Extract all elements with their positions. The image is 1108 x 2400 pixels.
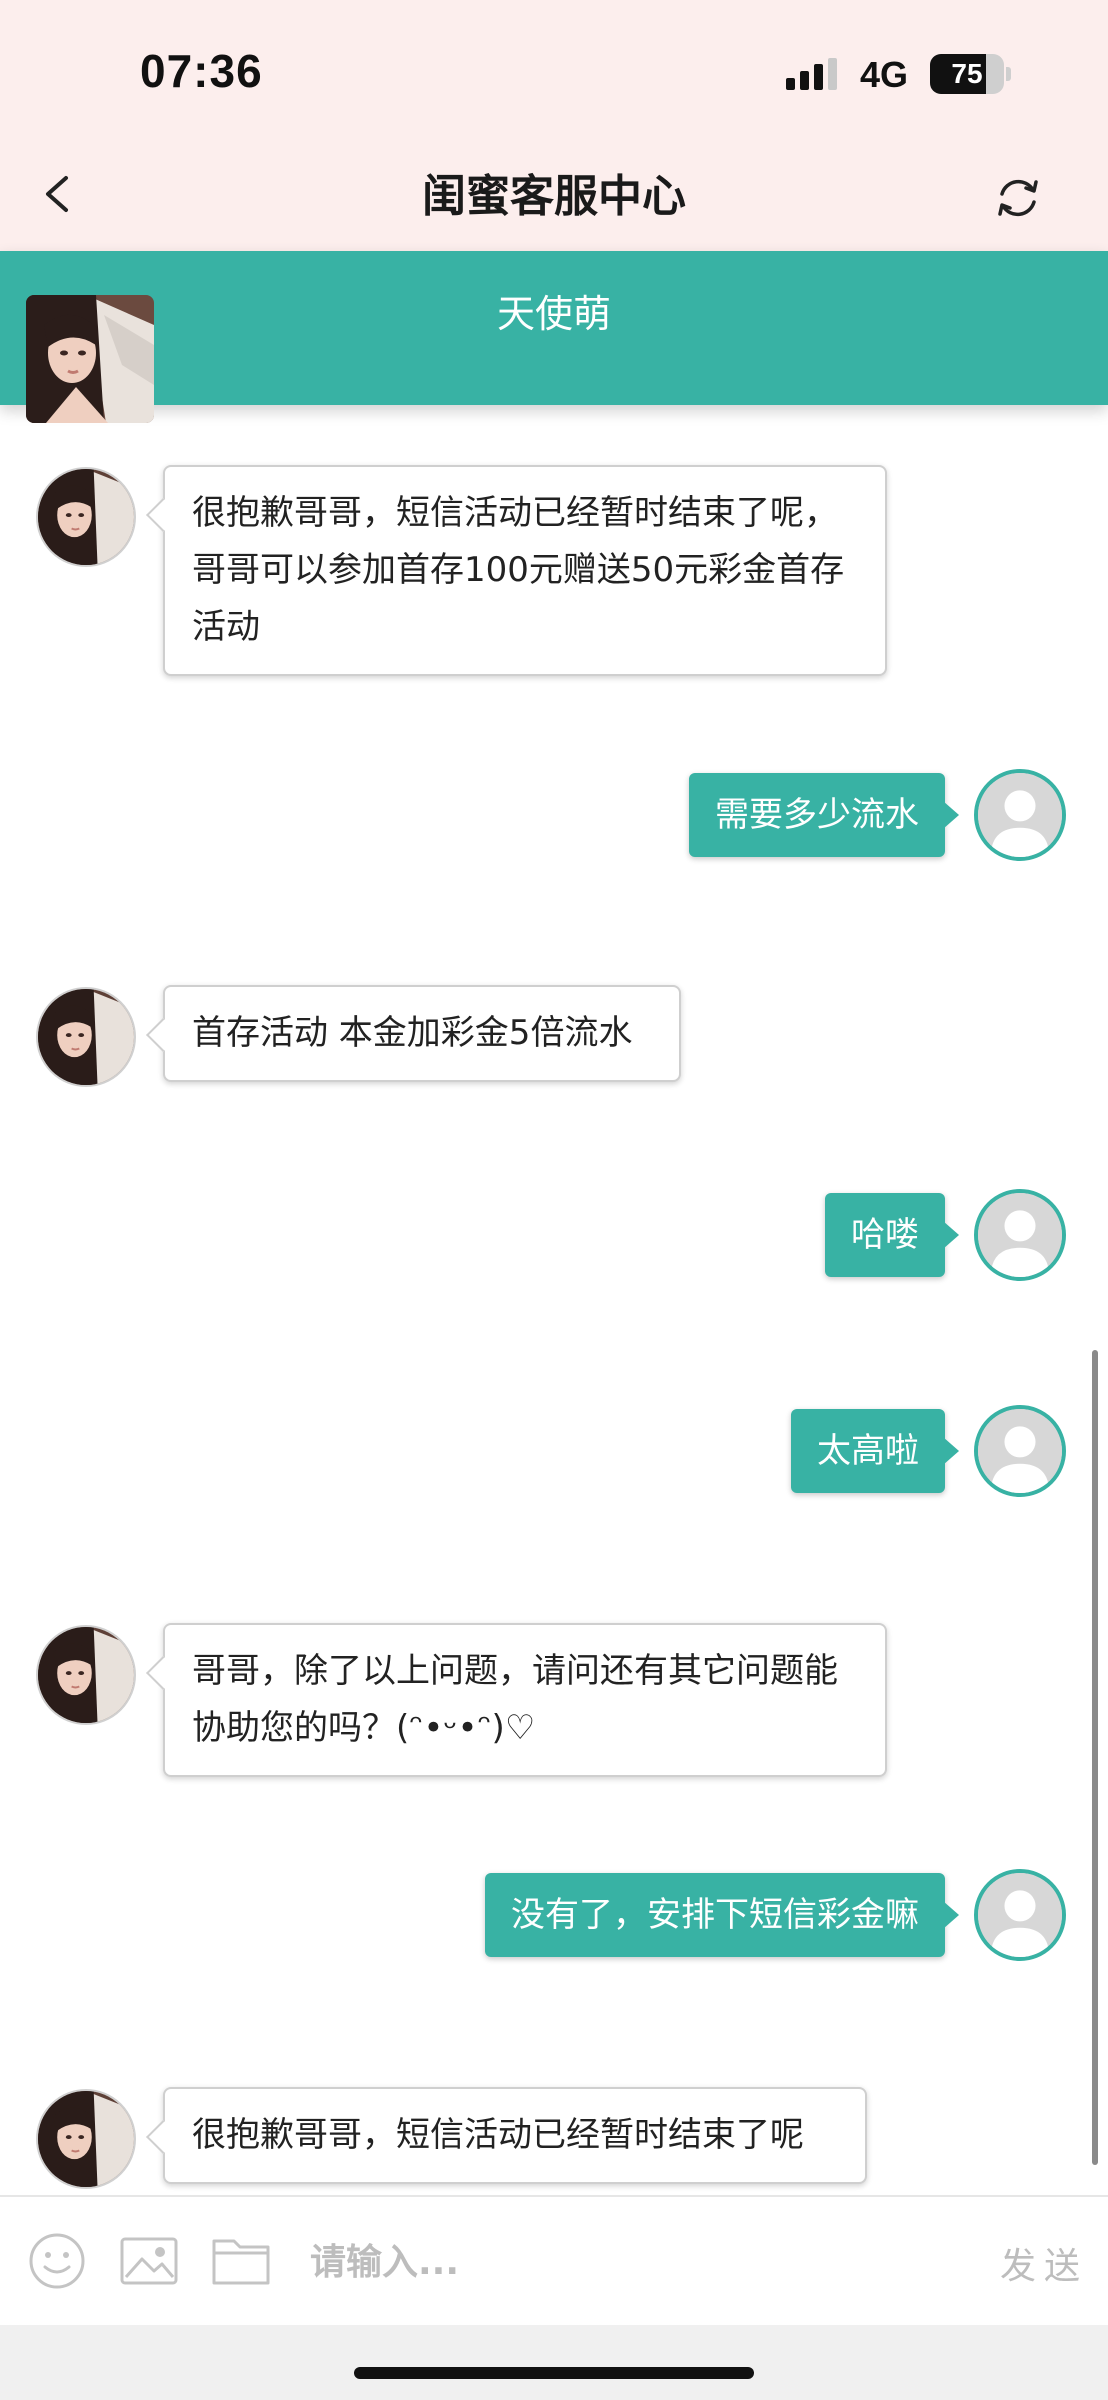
agent-avatar-photo xyxy=(38,2091,134,2187)
user-message-bubble: 哈喽 xyxy=(825,1193,959,1277)
user-avatar-icon xyxy=(978,1873,1062,1957)
agent-message-avatar[interactable] xyxy=(36,987,136,1087)
user-avatar[interactable] xyxy=(974,769,1066,861)
battery-level: 75 xyxy=(951,58,983,89)
user-avatar[interactable] xyxy=(974,1189,1066,1281)
user-avatar[interactable] xyxy=(974,1869,1066,1961)
user-avatar-icon xyxy=(978,773,1062,857)
battery-icon: 75 xyxy=(930,54,1011,94)
folder-button[interactable] xyxy=(210,2231,272,2291)
agent-message-bubble: 首存活动 本金加彩金5倍流水 xyxy=(163,985,681,1082)
user-message-bubble: 太高啦 xyxy=(791,1409,959,1493)
agent-message-avatar[interactable] xyxy=(36,467,136,567)
chat-scrollbar[interactable] xyxy=(1092,1350,1098,2165)
agent-photo xyxy=(26,295,154,423)
user-avatar-icon xyxy=(978,1193,1062,1277)
folder-icon xyxy=(212,2239,270,2285)
agent-header: 天使萌 xyxy=(0,251,1108,423)
emoji-button[interactable] xyxy=(26,2231,88,2291)
send-button[interactable]: 发送 xyxy=(1000,2237,1088,2289)
status-time: 07:36 xyxy=(140,45,263,97)
message-input[interactable] xyxy=(310,2227,970,2297)
network-label: 4G xyxy=(860,54,909,95)
emoji-icon xyxy=(29,2233,85,2289)
agent-avatar-photo xyxy=(38,469,134,565)
top-bar: 07:36 4G 75 闺蜜客服中心 xyxy=(0,0,1108,251)
agent-avatar[interactable] xyxy=(26,295,154,423)
user-message-bubble: 没有了，安排下短信彩金嘛 xyxy=(485,1873,959,1957)
refresh-icon xyxy=(998,179,1038,217)
home-indicator[interactable] xyxy=(354,2367,754,2379)
image-button[interactable] xyxy=(118,2231,180,2291)
user-avatar-icon xyxy=(978,1409,1062,1493)
agent-message-bubble: 很抱歉哥哥，短信活动已经暂时结束了呢，哥哥可以参加首存100元赠送50元彩金首存… xyxy=(163,465,887,676)
user-message-bubble: 需要多少流水 xyxy=(689,773,959,857)
user-avatar[interactable] xyxy=(974,1405,1066,1497)
agent-avatar-photo xyxy=(38,1627,134,1723)
refresh-button[interactable] xyxy=(990,170,1046,226)
agent-message-avatar[interactable] xyxy=(36,1625,136,1725)
agent-avatar-photo xyxy=(38,989,134,1085)
agent-message-bubble: 很抱歉哥哥，短信活动已经暂时结束了呢 xyxy=(163,2087,867,2184)
page-title: 闺蜜客服中心 xyxy=(422,171,686,222)
image-icon xyxy=(120,2237,178,2285)
chat-area[interactable]: 很抱歉哥哥，短信活动已经暂时结束了呢，哥哥可以参加首存100元赠送50元彩金首存… xyxy=(0,405,1108,2195)
home-area xyxy=(0,2325,1108,2400)
agent-message-bubble: 哥哥，除了以上问题，请问还有其它问题能协助您的吗？(ᵔ•ᵕ•ᵔ)♡ xyxy=(163,1623,887,1777)
agent-name: 天使萌 xyxy=(496,292,611,336)
agent-message-avatar[interactable] xyxy=(36,2089,136,2189)
input-bar: 发送 xyxy=(0,2195,1108,2325)
signal-icon xyxy=(786,58,837,90)
